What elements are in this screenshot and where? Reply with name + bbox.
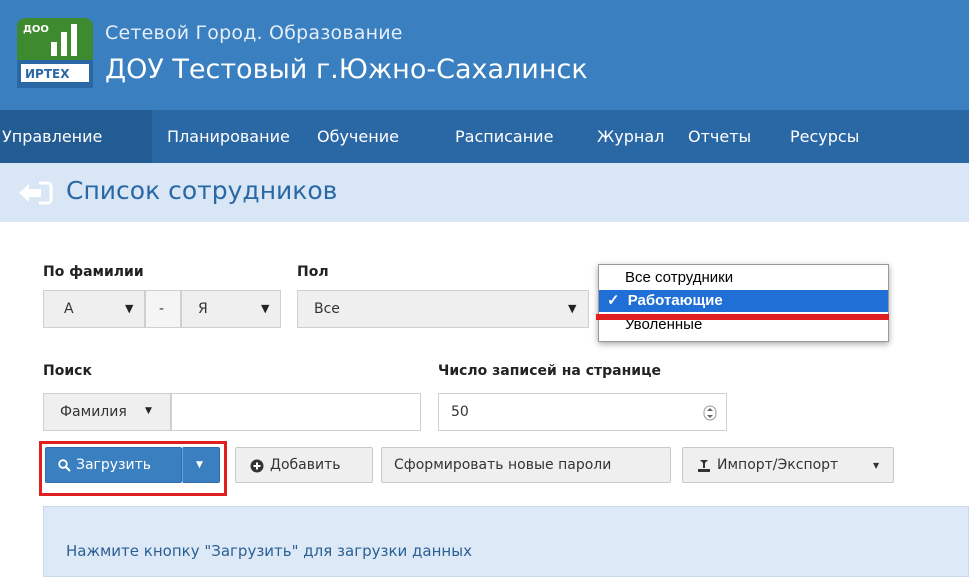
surname-range-separator: - bbox=[145, 290, 181, 328]
menu-item-resursy[interactable]: Ресурсы bbox=[790, 110, 859, 163]
search-icon bbox=[58, 459, 71, 472]
gender-select[interactable]: Все ▼ bbox=[297, 290, 589, 328]
info-panel: Нажмите кнопку "Загрузить" для загрузки … bbox=[43, 506, 969, 577]
search-label: Поиск bbox=[43, 363, 92, 379]
caret-down-icon: ▼ bbox=[145, 406, 152, 416]
page-header: Список сотрудников bbox=[0, 163, 969, 222]
caret-down-icon: ▼ bbox=[196, 460, 203, 470]
page-size-label: Число записей на странице bbox=[438, 363, 661, 379]
load-button[interactable]: Загрузить bbox=[45, 447, 182, 483]
menu-item-raspisanie[interactable]: Расписание bbox=[455, 110, 553, 163]
surname-to-value: Я bbox=[198, 301, 208, 317]
surname-from-value: А bbox=[64, 301, 74, 317]
page-size-input[interactable]: 50 bbox=[438, 393, 727, 431]
surname-from-select[interactable]: А ▼ bbox=[43, 290, 145, 328]
page-size-value: 50 bbox=[451, 404, 469, 420]
gender-value: Все bbox=[314, 301, 340, 317]
load-button-label: Загрузить bbox=[76, 457, 152, 473]
generate-passwords-button[interactable]: Сформировать новые пароли bbox=[381, 447, 671, 483]
menu-item-planirovanie[interactable]: Планирование bbox=[167, 110, 290, 163]
app-subtitle: Сетевой Город. Образование bbox=[105, 22, 403, 44]
menu-item-otchety[interactable]: Отчеты bbox=[688, 110, 751, 163]
gender-filter-label: Пол bbox=[297, 264, 329, 280]
surname-filter-label: По фамилии bbox=[43, 264, 144, 280]
check-mark-icon: ✓ bbox=[607, 292, 620, 309]
generate-passwords-label: Сформировать новые пароли bbox=[394, 457, 612, 473]
app-title: ДОУ Тестовый г.Южно-Сахалинск bbox=[105, 54, 588, 85]
back-arrow-icon[interactable] bbox=[17, 181, 53, 205]
search-field-value: Фамилия bbox=[60, 404, 127, 420]
import-export-icon bbox=[698, 460, 710, 472]
chevron-down-icon: ▼ bbox=[125, 302, 134, 315]
status-option-working[interactable]: ✓ Работающие bbox=[599, 290, 888, 312]
import-export-label: Импорт/Экспорт bbox=[717, 457, 839, 473]
plus-circle-icon bbox=[250, 459, 264, 473]
spinner-icon[interactable] bbox=[703, 405, 717, 421]
selected-option-underline bbox=[596, 314, 889, 320]
app-logo-icon[interactable]: ДОО ИРТЕХ bbox=[17, 18, 93, 88]
logo-top-text: ДОО bbox=[23, 24, 49, 35]
caret-down-icon: ▼ bbox=[873, 461, 880, 470]
logo-bottom-text: ИРТЕХ bbox=[25, 67, 70, 81]
menu-item-zhurnal[interactable]: Журнал bbox=[597, 110, 664, 163]
add-button[interactable]: Добавить bbox=[235, 447, 373, 483]
surname-dash: - bbox=[159, 301, 165, 317]
menu-item-upravlenie[interactable]: Управление bbox=[0, 110, 152, 163]
chevron-down-icon: ▼ bbox=[568, 302, 577, 315]
main-menu: Управление Планирование Обучение Расписа… bbox=[0, 110, 969, 163]
app-root: ДОО ИРТЕХ Сетевой Город. Образование ДОУ… bbox=[0, 0, 969, 577]
status-option-all[interactable]: Все сотрудники bbox=[599, 267, 888, 289]
page-title: Список сотрудников bbox=[66, 176, 338, 205]
search-input[interactable] bbox=[171, 393, 421, 431]
info-message: Нажмите кнопку "Загрузить" для загрузки … bbox=[66, 542, 472, 560]
add-button-label: Добавить bbox=[270, 457, 341, 473]
app-header: ДОО ИРТЕХ Сетевой Город. Образование ДОУ… bbox=[0, 0, 969, 110]
load-options-button[interactable]: ▼ bbox=[182, 447, 220, 483]
chevron-down-icon: ▼ bbox=[261, 302, 270, 315]
search-field-dropdown[interactable]: Фамилия ▼ bbox=[43, 393, 171, 431]
status-option-working-label: Работающие bbox=[627, 292, 723, 309]
menu-item-obuchenie[interactable]: Обучение bbox=[317, 110, 399, 163]
surname-to-select[interactable]: Я ▼ bbox=[181, 290, 281, 328]
import-export-button[interactable]: Импорт/Экспорт ▼ bbox=[682, 447, 894, 483]
status-dropdown-list: Все сотрудники ✓ Работающие Уволенные bbox=[598, 264, 889, 342]
